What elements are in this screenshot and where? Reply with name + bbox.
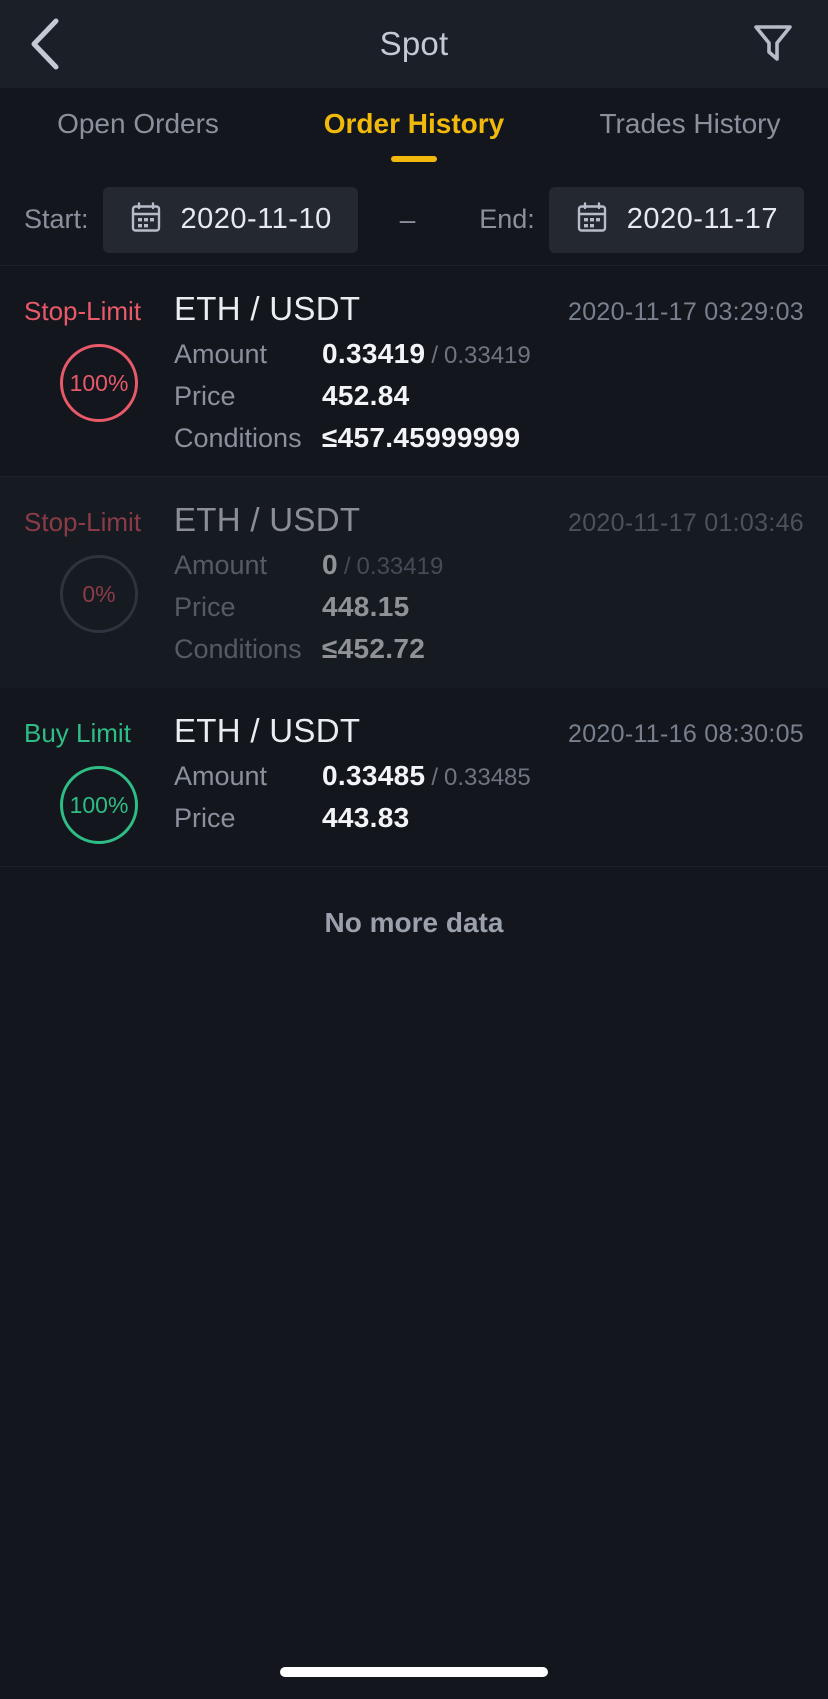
order-header: Stop-Limit ETH / USDT 2020-11-17 01:03:4… [24,501,804,539]
app-screen: Spot Open Orders Order History Trades Hi… [0,0,828,1699]
order-type-label: Stop-Limit [24,296,142,326]
order-body: 0% Amount 0 / 0.33419 Price 448.15 Condi… [24,549,804,665]
order-header: Stop-Limit ETH / USDT 2020-11-17 03:29:0… [24,290,804,328]
price-value: 448.15 [322,591,410,622]
page-title: Spot [379,25,449,62]
conditions-value: ≤457.45999999 [322,422,521,453]
order-timestamp: 2020-11-17 03:29:03 [568,298,804,326]
order-pair-label: ETH / USDT [174,501,361,538]
price-label: Price [174,803,236,833]
tab-trades-history-label: Trades History [599,108,781,139]
price-value: 443.83 [322,802,410,833]
order-type-label: Stop-Limit [24,507,142,537]
order-amount-row: Amount 0.33419 / 0.33419 [174,338,804,370]
home-indicator[interactable] [280,1667,548,1677]
calendar-icon [575,200,609,239]
amount-separator: / [431,764,438,791]
amount-label: Amount [174,339,268,369]
order-conditions-row: Conditions ≤457.45999999 [174,422,804,454]
order-pair-label: ETH / USDT [174,290,361,327]
start-date-label: Start: [24,204,89,234]
order-details: Amount 0.33485 / 0.33485 Price 443.83 [174,760,804,844]
amount-separator: / [431,342,438,369]
order-type-label: Buy Limit [24,718,131,748]
amount-filled-value: 0.33419 [322,338,426,369]
end-date-group: End: 2020-11-17 [479,186,804,253]
end-date-value: 2020-11-17 [626,203,778,235]
back-button[interactable] [0,0,90,88]
order-price-row: Price 448.15 [174,591,804,623]
order-timestamp: 2020-11-17 01:03:46 [568,509,804,537]
order-pair-label: ETH / USDT [174,712,361,749]
filter-button[interactable] [718,0,828,88]
order-header: Buy Limit ETH / USDT 2020-11-16 08:30:05 [24,712,804,750]
order-amount-row: Amount 0.33485 / 0.33485 [174,760,804,792]
tab-open-orders-label: Open Orders [57,108,219,139]
fill-progress-label: 100% [69,369,129,396]
order-conditions-row: Conditions ≤452.72 [174,633,804,665]
tab-order-history-label: Order History [323,108,505,139]
order-amount-row: Amount 0 / 0.33419 [174,549,804,581]
fill-progress-label: 100% [69,791,129,818]
top-bar: Spot [0,0,828,88]
order-details: Amount 0.33419 / 0.33419 Price 452.84 Co… [174,338,804,454]
date-range-filter: Start: 2020-11-10 – End: 2020-11-17 [0,174,828,266]
active-tab-underline [391,156,437,162]
amount-filled-value: 0.33485 [322,760,426,791]
filter-funnel-icon [750,19,796,70]
fill-progress-wrap: 100% [24,760,174,844]
start-date-value: 2020-11-10 [180,203,332,235]
price-value: 452.84 [322,380,410,411]
no-more-data-message: No more data [324,907,504,938]
amount-separator: / [343,553,351,580]
fill-progress-ring: 0% [60,555,138,633]
amount-filled-value: 0 [322,549,338,580]
amount-total-value: 0.33419 [356,553,444,580]
amount-total-value: 0.33419 [444,342,531,369]
amount-label: Amount [174,550,268,580]
order-row[interactable]: Stop-Limit ETH / USDT 2020-11-17 01:03:4… [0,477,828,688]
order-details: Amount 0 / 0.33419 Price 448.15 Conditio… [174,549,804,665]
order-history-list[interactable]: Stop-Limit ETH / USDT 2020-11-17 03:29:0… [0,266,828,1699]
tab-order-history[interactable]: Order History [276,88,552,174]
conditions-label: Conditions [174,634,302,664]
order-body: 100% Amount 0.33485 / 0.33485 Price 443.… [24,760,804,844]
order-timestamp: 2020-11-16 08:30:05 [568,720,804,748]
tab-open-orders[interactable]: Open Orders [0,88,276,174]
order-price-row: Price 443.83 [174,802,804,834]
home-indicator-bar [0,1639,828,1699]
end-date-label: End: [479,204,535,234]
conditions-value: ≤452.72 [322,633,426,664]
end-date-field[interactable]: 2020-11-17 [548,186,804,253]
tab-bar: Open Orders Order History Trades History [0,88,828,174]
order-row[interactable]: Buy Limit ETH / USDT 2020-11-16 08:30:05… [0,688,828,867]
order-body: 100% Amount 0.33419 / 0.33419 Price 452.… [24,338,804,454]
fill-progress-ring: 100% [60,766,138,844]
amount-total-value: 0.33485 [444,764,531,791]
order-row[interactable]: Stop-Limit ETH / USDT 2020-11-17 03:29:0… [0,266,828,477]
fill-progress-ring: 100% [60,344,138,422]
chevron-left-icon [28,17,62,71]
conditions-label: Conditions [174,423,302,453]
calendar-icon [129,200,163,239]
fill-progress-wrap: 100% [24,338,174,454]
order-price-row: Price 452.84 [174,380,804,412]
price-label: Price [174,592,236,622]
fill-progress-wrap: 0% [24,549,174,665]
fill-progress-label: 0% [82,580,116,607]
price-label: Price [174,381,236,411]
amount-label: Amount [174,761,268,791]
date-range-separator: – [399,203,416,235]
tab-trades-history[interactable]: Trades History [552,88,828,174]
start-date-field[interactable]: 2020-11-10 [102,186,358,253]
